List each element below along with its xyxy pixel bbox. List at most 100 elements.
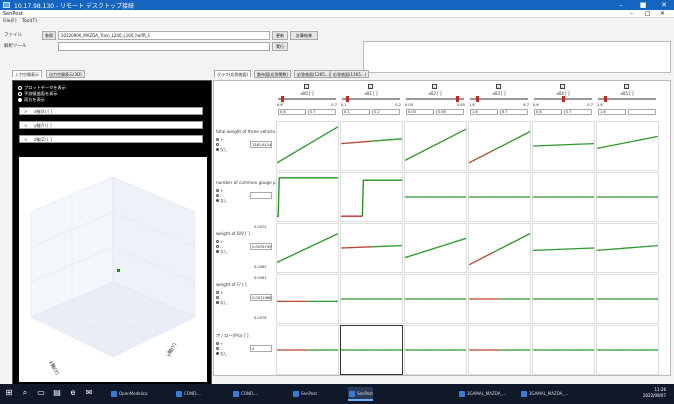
response-cell[interactable] <box>596 274 659 324</box>
column-checkbox[interactable]: ✓ <box>432 84 437 89</box>
file-path-field[interactable]: 20220906_MAZDA_Train_L240_L160_halfR_1 <box>58 31 270 40</box>
min-input[interactable]: 0.6 <box>534 109 562 115</box>
taskbar-item-openmodelica[interactable]: OpenModelica <box>110 387 147 401</box>
range-slider-thumb[interactable] <box>475 96 479 102</box>
notes-area[interactable] <box>363 41 671 73</box>
row-radio[interactable]: なし <box>216 249 228 254</box>
response-cell[interactable] <box>404 274 467 324</box>
response-cell[interactable] <box>596 223 659 273</box>
plot-3d[interactable]: x軸(X) y軸(Y) <box>19 157 207 382</box>
response-cell[interactable] <box>532 274 595 324</box>
row-radio[interactable]: なし <box>216 198 228 203</box>
tab-response-2[interactable]: 応答曲面(1265...) <box>330 70 370 78</box>
edge-icon[interactable]: e <box>68 388 78 398</box>
browse-button[interactable]: 参照 <box>42 31 56 40</box>
task-view-icon[interactable]: ▭ <box>36 388 46 398</box>
response-cell[interactable] <box>404 172 467 222</box>
min-input[interactable]: 1.6 <box>598 109 626 115</box>
tab-output-space-3d[interactable]: 出力空間表示(3D) <box>46 70 85 78</box>
response-cell[interactable] <box>340 172 403 222</box>
response-cell[interactable] <box>532 325 595 375</box>
range-slider-track[interactable] <box>278 98 336 100</box>
response-cell[interactable] <box>276 325 339 375</box>
update-button[interactable]: 更新 <box>272 31 288 40</box>
search-icon[interactable]: ⌕ <box>20 388 30 398</box>
start-icon[interactable]: ⊞ <box>4 388 14 398</box>
column-checkbox[interactable]: ✓ <box>368 84 373 89</box>
range-slider-thumb[interactable] <box>561 96 565 102</box>
max-input[interactable]: 0.65 <box>436 109 464 115</box>
row-value-input[interactable]: 1381.6114 <box>250 141 272 148</box>
mail-icon[interactable]: ✉ <box>84 388 94 398</box>
response-cell[interactable] <box>340 274 403 324</box>
row-value-input[interactable]: 0.0071968 <box>250 294 272 301</box>
response-cell[interactable] <box>340 121 403 171</box>
range-slider-track[interactable] <box>598 98 656 100</box>
tab-graph-response[interactable]: グラフ(応答曲面) <box>214 70 252 78</box>
menu-tool[interactable]: Tool(T) <box>22 19 37 24</box>
max-input[interactable]: 0.2 <box>372 109 400 115</box>
min-input[interactable]: 0.1 <box>342 109 370 115</box>
min-input[interactable]: 0.05 <box>406 109 434 115</box>
row-value-input[interactable] <box>250 192 272 199</box>
range-slider-thumb[interactable] <box>280 96 284 102</box>
min-input[interactable]: 0.6 <box>278 109 306 115</box>
app-minimize-button[interactable]: – <box>630 10 633 17</box>
response-cell[interactable] <box>468 325 531 375</box>
radio-show-both[interactable]: 両方を表示 <box>18 97 45 103</box>
app-maximize-button[interactable]: □ <box>645 10 651 17</box>
response-cell[interactable] <box>468 274 531 324</box>
rdp-maximize-button[interactable]: ■ <box>634 0 652 10</box>
taskbar-item-mazda-2[interactable]: 3GAMAL_MAZDA_... <box>520 387 568 401</box>
accordion-z-axis[interactable]: z軸(Z) [ ] <box>19 135 203 143</box>
range-slider-thumb[interactable] <box>603 96 607 102</box>
row-value-input[interactable]: 0.0078749 <box>250 243 272 250</box>
response-cell[interactable] <box>340 223 403 273</box>
response-cell[interactable] <box>468 223 531 273</box>
row-radio[interactable]: なし <box>216 300 228 305</box>
response-cell[interactable] <box>276 172 339 222</box>
range-slider-thumb[interactable] <box>455 96 459 102</box>
range-slider-track[interactable] <box>470 98 528 100</box>
response-cell[interactable] <box>340 325 403 375</box>
response-cell[interactable] <box>468 172 531 222</box>
tab-input-space[interactable]: 入力空間表示 <box>12 70 42 78</box>
accordion-y-axis[interactable]: y軸(Y) [ ] <box>19 121 203 129</box>
taskbar-item-senpost-2[interactable]: SenPost <box>348 387 373 401</box>
response-cell[interactable] <box>276 121 339 171</box>
column-checkbox[interactable]: ✓ <box>560 84 565 89</box>
explorer-icon[interactable]: ▤ <box>52 388 62 398</box>
tab-scatter[interactable]: 散布図(応答関数) <box>254 70 292 78</box>
rdp-minimize-button[interactable]: – <box>612 0 630 10</box>
max-input[interactable] <box>628 109 656 115</box>
run-tool-field[interactable] <box>58 42 270 51</box>
row-radio[interactable]: なし <box>216 147 228 152</box>
taskbar-item-confl-1[interactable]: CONFL... <box>175 387 201 401</box>
response-cell[interactable] <box>276 274 339 324</box>
taskbar-item-senpost-1[interactable]: SenPost <box>292 387 317 401</box>
max-input[interactable]: 6.7 <box>500 109 528 115</box>
response-cell[interactable] <box>532 223 595 273</box>
menu-file[interactable]: File(F) <box>3 19 17 24</box>
response-cell[interactable] <box>404 325 467 375</box>
app-close-button[interactable]: ✕ <box>660 10 665 17</box>
response-cell[interactable] <box>532 172 595 222</box>
response-cell[interactable] <box>532 121 595 171</box>
response-cell[interactable] <box>596 172 659 222</box>
taskbar-item-mazda-1[interactable]: 3GAMAL_MAZDA_... <box>458 387 506 401</box>
min-input[interactable]: 1.6 <box>470 109 498 115</box>
row-radio[interactable]: なし <box>216 351 228 356</box>
response-cell[interactable] <box>468 121 531 171</box>
max-input[interactable]: 0.7 <box>564 109 592 115</box>
max-input[interactable]: 0.7 <box>308 109 336 115</box>
results-button[interactable]: 計算結果 <box>290 31 318 40</box>
row-value-input[interactable]: 0 <box>250 345 272 352</box>
rdp-close-button[interactable]: ✕ <box>655 0 673 10</box>
response-cell[interactable] <box>596 325 659 375</box>
tab-response-1[interactable]: 応答曲面(1265...) <box>294 70 334 78</box>
response-cell[interactable] <box>276 223 339 273</box>
taskbar-item-confl-2[interactable]: CONFL... <box>232 387 258 401</box>
accordion-x-axis[interactable]: x軸(X) [ ] <box>19 107 203 115</box>
response-cell[interactable] <box>404 121 467 171</box>
run-button[interactable]: 実行 <box>272 42 288 51</box>
